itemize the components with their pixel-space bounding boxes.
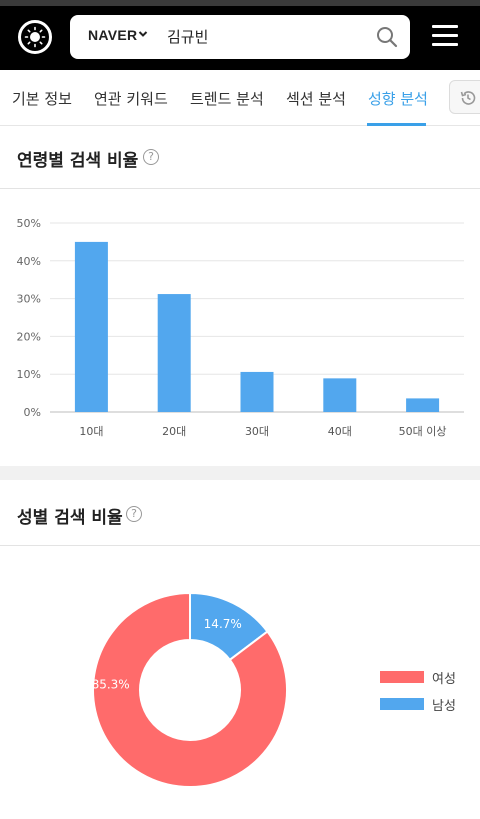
x-tick-label: 40대 — [328, 425, 352, 438]
tab-trend-analysis[interactable]: 트렌드 분석 — [190, 88, 264, 109]
divider — [0, 188, 480, 189]
tab-basic-info[interactable]: 기본 정보 — [12, 88, 72, 109]
legend-swatch — [380, 698, 424, 710]
help-icon[interactable]: ? — [126, 506, 142, 522]
bar[interactable] — [157, 294, 191, 412]
history-button[interactable] — [449, 80, 480, 114]
y-tick-label: 10% — [17, 368, 41, 381]
divider — [0, 545, 480, 546]
age-bar-chart: 0% 10% 20% 30% 40% 50% 10대 20대 30대 40대 50대 이상 — [17, 217, 464, 438]
tab-bar: 기본 정보 연관 키워드 트렌드 분석 섹션 분석 성향 분석 — [0, 70, 480, 126]
search-icon[interactable] — [376, 26, 398, 48]
tab-section-analysis[interactable]: 섹션 분석 — [286, 88, 346, 109]
bar[interactable] — [323, 378, 357, 412]
search-box[interactable]: NAVER 김규빈 — [70, 15, 410, 59]
chevron-down-icon[interactable] — [138, 29, 148, 39]
help-icon[interactable]: ? — [143, 149, 159, 165]
tab-related-keywords[interactable]: 연관 키워드 — [94, 88, 168, 109]
x-tick-label: 30대 — [245, 425, 269, 438]
legend-swatch — [380, 671, 424, 683]
x-tick-label: 50대 이상 — [399, 425, 447, 438]
hamburger-menu-icon[interactable] — [432, 25, 458, 47]
legend-label: 남성 — [432, 699, 456, 714]
tab-tendency-analysis[interactable]: 성향 분석 — [368, 88, 428, 109]
x-tick-label: 20대 — [162, 425, 186, 438]
x-tick-label: 10대 — [79, 425, 103, 438]
sun-logo-icon[interactable] — [18, 20, 52, 54]
history-icon — [460, 91, 476, 105]
search-input[interactable]: 김규빈 — [167, 26, 208, 47]
age-section-title: 연령별 검색 비율 — [17, 151, 139, 171]
bar[interactable] — [240, 371, 274, 412]
top-bar: NAVER 김규빈 — [0, 0, 480, 70]
slice-label: 14.7% — [204, 617, 242, 631]
y-tick-label: 50% — [17, 217, 41, 230]
section-gap — [0, 466, 480, 480]
slice-label: 85.3% — [92, 677, 130, 691]
legend-label: 여성 — [432, 672, 456, 687]
y-tick-label: 20% — [17, 330, 41, 343]
gender-section-title: 성별 검색 비율 — [17, 508, 123, 528]
engine-select[interactable]: NAVER — [88, 27, 137, 43]
y-tick-label: 30% — [17, 293, 41, 306]
status-strip — [0, 0, 480, 6]
bar[interactable] — [74, 241, 108, 412]
y-tick-label: 0% — [24, 406, 41, 419]
y-tick-label: 40% — [17, 255, 41, 268]
gender-donut-chart: 14.7% 85.3% — [92, 591, 288, 788]
bar[interactable] — [406, 398, 440, 412]
active-tab-indicator — [367, 123, 426, 126]
